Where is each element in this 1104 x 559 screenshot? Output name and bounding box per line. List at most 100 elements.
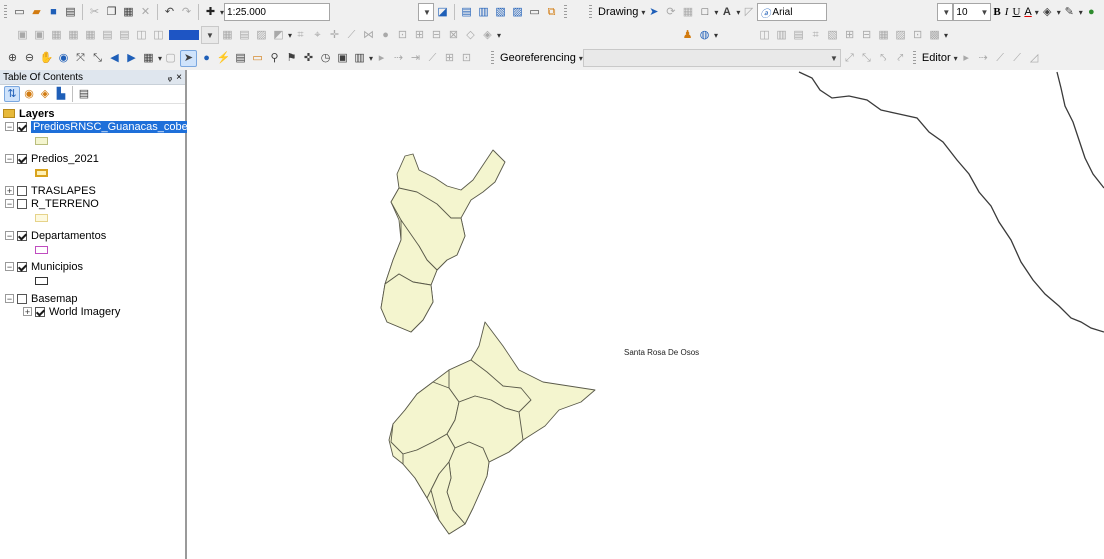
tool-icon[interactable]: ▤ bbox=[791, 28, 806, 43]
layer-item-departamentos[interactable]: − Departamentos bbox=[5, 229, 106, 242]
select-features-icon[interactable]: ▦ bbox=[141, 51, 156, 66]
snapping-icon[interactable]: ⋈ bbox=[361, 28, 376, 43]
snapping-icon[interactable]: ⊟ bbox=[429, 28, 444, 43]
tool-icon[interactable]: ▧ bbox=[825, 28, 840, 43]
cut-icon[interactable]: ✂ bbox=[87, 5, 102, 20]
collapse-icon[interactable]: − bbox=[5, 154, 14, 164]
fill-color-icon[interactable]: ◈ bbox=[1040, 5, 1055, 20]
snapping-icon[interactable]: ⊞ bbox=[412, 28, 427, 43]
back-arrow-icon[interactable]: ◀ bbox=[107, 51, 122, 66]
pan-icon[interactable]: ✋ bbox=[39, 51, 54, 66]
layer-label[interactable]: TRASLAPES bbox=[31, 185, 96, 197]
layer-icon[interactable]: ◫ bbox=[151, 28, 166, 43]
georef-tool-icon[interactable]: ⤡ bbox=[859, 51, 874, 66]
layer-label[interactable]: Basemap bbox=[31, 293, 77, 305]
go-to-xy-icon[interactable]: ✜ bbox=[301, 51, 316, 66]
redo-icon[interactable]: ↷ bbox=[179, 5, 194, 20]
layer-label[interactable]: Predios_2021 bbox=[31, 153, 99, 165]
edit-vertices-icon[interactable]: ◸ bbox=[741, 5, 756, 20]
tool-icon[interactable]: ◫ bbox=[757, 28, 772, 43]
edit-tool-icon[interactable]: ⟋ bbox=[1010, 51, 1025, 66]
viewer-icon[interactable]: ▣ bbox=[335, 51, 350, 66]
link-icon[interactable]: ⟋ bbox=[425, 51, 440, 66]
symbol-swatch-municipios[interactable] bbox=[35, 277, 48, 285]
link-icon[interactable]: ▸ bbox=[374, 51, 389, 66]
edit-tool-icon[interactable]: ◿ bbox=[1027, 51, 1042, 66]
font-name-combo[interactable]: ⓐ Arial bbox=[757, 3, 828, 21]
search-window-icon[interactable]: ▧ bbox=[493, 5, 508, 20]
select-elements-icon[interactable]: ➤ bbox=[646, 5, 661, 20]
expand-icon[interactable]: + bbox=[23, 307, 32, 317]
tool-icon[interactable]: ⊡ bbox=[910, 28, 925, 43]
layout-icon[interactable]: ▨ bbox=[254, 28, 269, 43]
snapping-icon[interactable]: ◇ bbox=[463, 28, 478, 43]
collapse-icon[interactable]: − bbox=[5, 231, 14, 241]
georef-tool-icon[interactable]: ⤣ bbox=[876, 51, 891, 66]
layout-icon[interactable]: ▤ bbox=[237, 28, 252, 43]
edit-tool-icon[interactable]: ▸ bbox=[959, 51, 974, 66]
snapping-icon[interactable]: ◈ bbox=[480, 28, 495, 43]
layer-visibility-checkbox[interactable] bbox=[17, 230, 27, 241]
topology-icon[interactable]: ▣ bbox=[15, 28, 30, 43]
italic-button[interactable]: I bbox=[1005, 6, 1009, 18]
layer-label[interactable]: World Imagery bbox=[49, 306, 120, 318]
snapping-icon[interactable]: ● bbox=[378, 28, 393, 43]
symbol-swatch-departamentos[interactable] bbox=[35, 246, 48, 254]
undo-icon[interactable]: ↶ bbox=[162, 5, 177, 20]
collapse-icon[interactable]: − bbox=[5, 262, 14, 272]
georeferencing-menu[interactable]: Georeferencing bbox=[500, 52, 576, 64]
identify-icon[interactable]: ● bbox=[199, 51, 214, 66]
html-popup-icon[interactable]: ▤ bbox=[233, 51, 248, 66]
layer-label[interactable]: R_TERRENO bbox=[31, 198, 99, 210]
layer-visibility-checkbox[interactable] bbox=[17, 293, 27, 304]
dropdown-button[interactable]: ▼ bbox=[201, 26, 219, 44]
link-icon[interactable]: ⊞ bbox=[442, 51, 457, 66]
layer-label[interactable]: Departamentos bbox=[31, 230, 106, 242]
layer-item-prediosrnsc[interactable]: − PrediosRNSC_Guanacas_cobert bbox=[5, 120, 197, 133]
map-scale-combo[interactable]: 1:25.000 bbox=[224, 3, 331, 21]
table-of-contents-icon[interactable]: ▤ bbox=[459, 5, 474, 20]
model-builder-icon[interactable]: ⧉ bbox=[544, 5, 559, 20]
tool-icon[interactable]: ▥ bbox=[774, 28, 789, 43]
georef-tool-icon[interactable]: ⤤ bbox=[893, 51, 908, 66]
layer-visibility-checkbox[interactable] bbox=[35, 306, 45, 317]
map-view[interactable]: Santa Rosa De Osos bbox=[187, 70, 1104, 559]
zoom-whole-page-icon[interactable]: ▦ bbox=[680, 5, 695, 20]
georef-tool-icon[interactable]: ⤢ bbox=[842, 51, 857, 66]
scale-dropdown-button[interactable]: ▼ bbox=[418, 3, 435, 21]
tool-icon[interactable]: ▩ bbox=[927, 28, 942, 43]
layer-label[interactable]: Municipios bbox=[31, 261, 83, 273]
swipe-icon[interactable]: ▥ bbox=[352, 51, 367, 66]
drawing-menu[interactable]: Drawing bbox=[598, 6, 638, 18]
route-icon[interactable]: ▦ bbox=[49, 28, 64, 43]
table-icon[interactable]: ▤ bbox=[100, 28, 115, 43]
font-name-dropdown[interactable]: ▼ bbox=[937, 3, 954, 21]
find-icon[interactable]: ⚲ bbox=[267, 51, 282, 66]
collapse-icon[interactable]: − bbox=[5, 294, 14, 304]
tool-icon[interactable]: ▨ bbox=[893, 28, 908, 43]
link-icon[interactable]: ⇢ bbox=[391, 51, 406, 66]
tool-icon[interactable]: ⊟ bbox=[859, 28, 874, 43]
map-canvas[interactable] bbox=[187, 70, 1104, 559]
layer-visibility-checkbox[interactable] bbox=[17, 185, 27, 196]
layer-item-r-terreno[interactable]: − R_TERRENO bbox=[5, 197, 99, 210]
snapping-icon[interactable]: ⌗ bbox=[293, 28, 308, 43]
clear-selection-icon[interactable]: ▢ bbox=[163, 51, 178, 66]
options-icon[interactable]: ▤ bbox=[77, 87, 91, 101]
tool-icon[interactable]: ⌗ bbox=[808, 28, 823, 43]
layer-item-municipios[interactable]: − Municipios bbox=[5, 260, 83, 273]
editor-toolbar-icon[interactable]: ◪ bbox=[435, 5, 450, 20]
symbol-swatch-prediosrnsc[interactable] bbox=[35, 137, 48, 145]
table-icon[interactable]: ▤ bbox=[117, 28, 132, 43]
grid-icon[interactable]: ▦ bbox=[83, 28, 98, 43]
print-icon[interactable]: ▤ bbox=[63, 5, 78, 20]
underline-button[interactable]: U bbox=[1012, 6, 1020, 18]
close-icon[interactable]: × bbox=[176, 72, 182, 83]
font-color-button[interactable]: A bbox=[1024, 6, 1031, 18]
predios-polygons[interactable] bbox=[380, 149, 596, 535]
select-elements-icon[interactable]: ➤ bbox=[180, 49, 198, 67]
layer-item-traslapes[interactable]: + TRASLAPES bbox=[5, 184, 96, 197]
editor-menu[interactable]: Editor bbox=[922, 52, 951, 64]
full-extent-icon[interactable]: ◉ bbox=[56, 51, 71, 66]
fixed-zoom-out-icon[interactable]: ⤡ bbox=[90, 51, 105, 66]
